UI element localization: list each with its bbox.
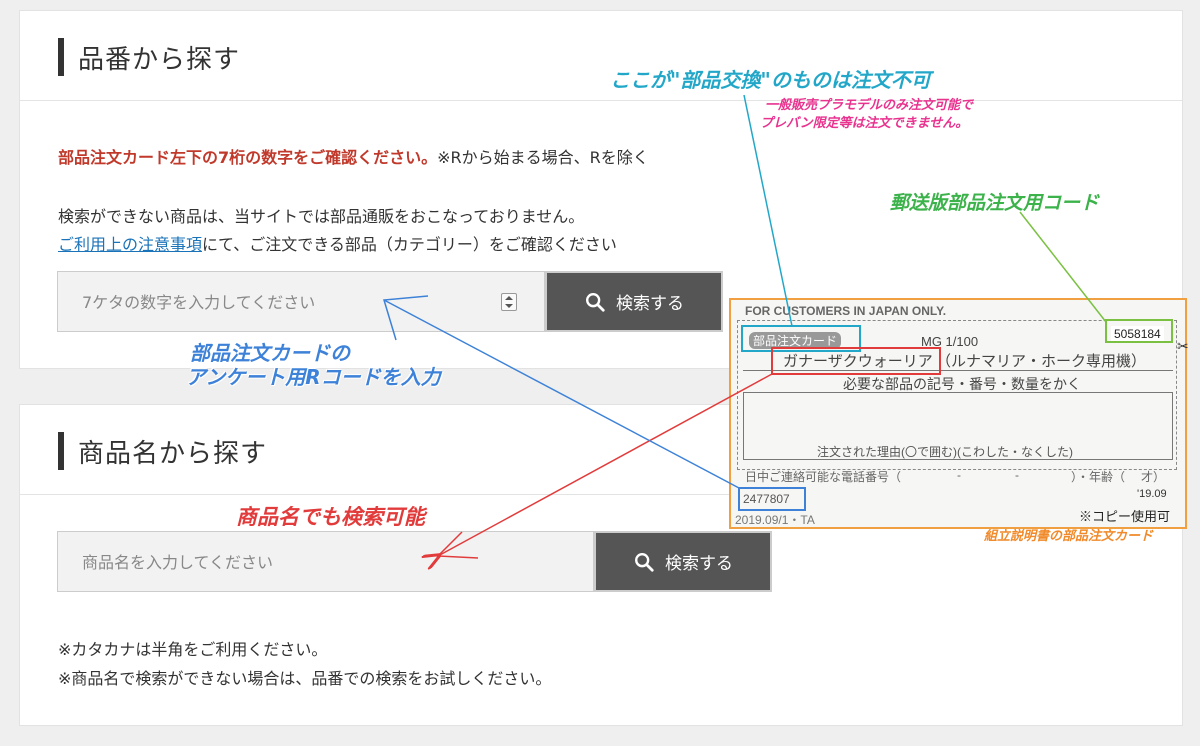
parts-order-card-image: FOR CUSTOMERS IN JAPAN ONLY. 部品注文カード MG …	[729, 298, 1189, 529]
card-phone-sep: -	[1015, 468, 1019, 482]
section-title: 商品名から探す	[78, 439, 268, 469]
part-number-input[interactable]	[80, 272, 464, 333]
notice-red-text: 部品注文カード左下の7桁の数字をご確認ください。	[58, 148, 438, 167]
card-copy-ok: ※コピー使用可	[1079, 509, 1171, 524]
section-accent-bar	[58, 432, 64, 470]
card-product-left: ガナーザクウォーリア	[783, 353, 933, 370]
green-annotation: 郵送版部品注文用コード	[890, 192, 1100, 214]
card-print-code: 2019.09/1・TA	[735, 513, 815, 527]
card-age-label: ）・年齢（	[1071, 470, 1126, 484]
card-phone-label: 日中ご連絡可能な電話番号（	[745, 470, 902, 484]
card-rule	[743, 370, 1173, 371]
card-label: 部品注文カード	[749, 332, 842, 349]
orange-annotation: 組立説明書の部品注文カード	[984, 529, 1154, 544]
card-age-unit: 才）	[1141, 470, 1166, 484]
product-name-input[interactable]	[80, 532, 464, 593]
katakana-note: ※カタカナは半角をご利用ください。	[58, 640, 328, 659]
section-accent-bar	[58, 38, 64, 76]
card-instruction: 必要な部品の記号・番号・数量をかく	[843, 376, 1081, 392]
search-icon	[635, 552, 654, 572]
card-phone-sep: -	[957, 468, 961, 482]
info-text-2: ご利用上の注意事項にて、ご注文できる部品（カテゴリー）をご確認ください	[58, 231, 617, 255]
product-name-search-button[interactable]: 検索する	[594, 531, 772, 592]
section-header: 品番から探す	[20, 11, 1182, 101]
part-number-input-box[interactable]	[57, 271, 545, 333]
card-product-right: （ルナマリア・ホーク専用機）	[936, 353, 1147, 370]
info-text-rest: にて、ご注文できる部品（カテゴリー）をご確認ください	[202, 235, 617, 254]
pink-annotation-1: 一般販売プラモデルのみ注文可能で	[765, 98, 974, 113]
card-reason: 注文された理由(〇で囲む)(こわした・なくした)	[817, 445, 1073, 459]
card-r-code: 2477807	[743, 492, 790, 506]
card-header: FOR CUSTOMERS IN JAPAN ONLY.	[745, 304, 947, 318]
search-button-label: 検索する	[616, 294, 684, 314]
card-grade: MG 1/100	[921, 334, 979, 349]
card-mail-code: 5058184	[1111, 326, 1164, 342]
scissors-icon: ✂	[1177, 338, 1189, 354]
fallback-note: ※商品名で検索ができない場合は、品番での検索をお試しください。	[58, 669, 552, 688]
notice-suffix-text: ※Rから始まる場合、Rを除く	[437, 148, 649, 167]
section-title: 品番から探す	[78, 45, 241, 75]
number-spinner[interactable]	[501, 293, 517, 311]
terms-link[interactable]: ご利用上の注意事項	[58, 235, 202, 254]
red-annotation: 商品名でも検索可能	[236, 505, 425, 529]
notice-line: 部品注文カード左下の7桁の数字をご確認ください。※Rから始まる場合、Rを除く	[58, 144, 649, 168]
pink-annotation-2: プレバン限定等は注文できません。	[760, 116, 969, 131]
card-date-code: '19.09	[1137, 488, 1167, 500]
search-button-label: 検索する	[665, 554, 733, 574]
blue-annotation-2: アンケート用Rコードを入力	[186, 365, 441, 389]
spinner-up-icon[interactable]	[505, 296, 513, 300]
search-icon	[586, 292, 605, 312]
spinner-down-icon[interactable]	[505, 304, 513, 308]
part-number-search-button[interactable]: 検索する	[545, 271, 723, 332]
product-name-input-box[interactable]	[57, 531, 594, 593]
cyan-annotation: ここが"部品交換"のものは注文不可	[610, 68, 931, 92]
info-text: 検索ができない商品は、当サイトでは部品通販をおこなっておりません。	[58, 207, 585, 226]
